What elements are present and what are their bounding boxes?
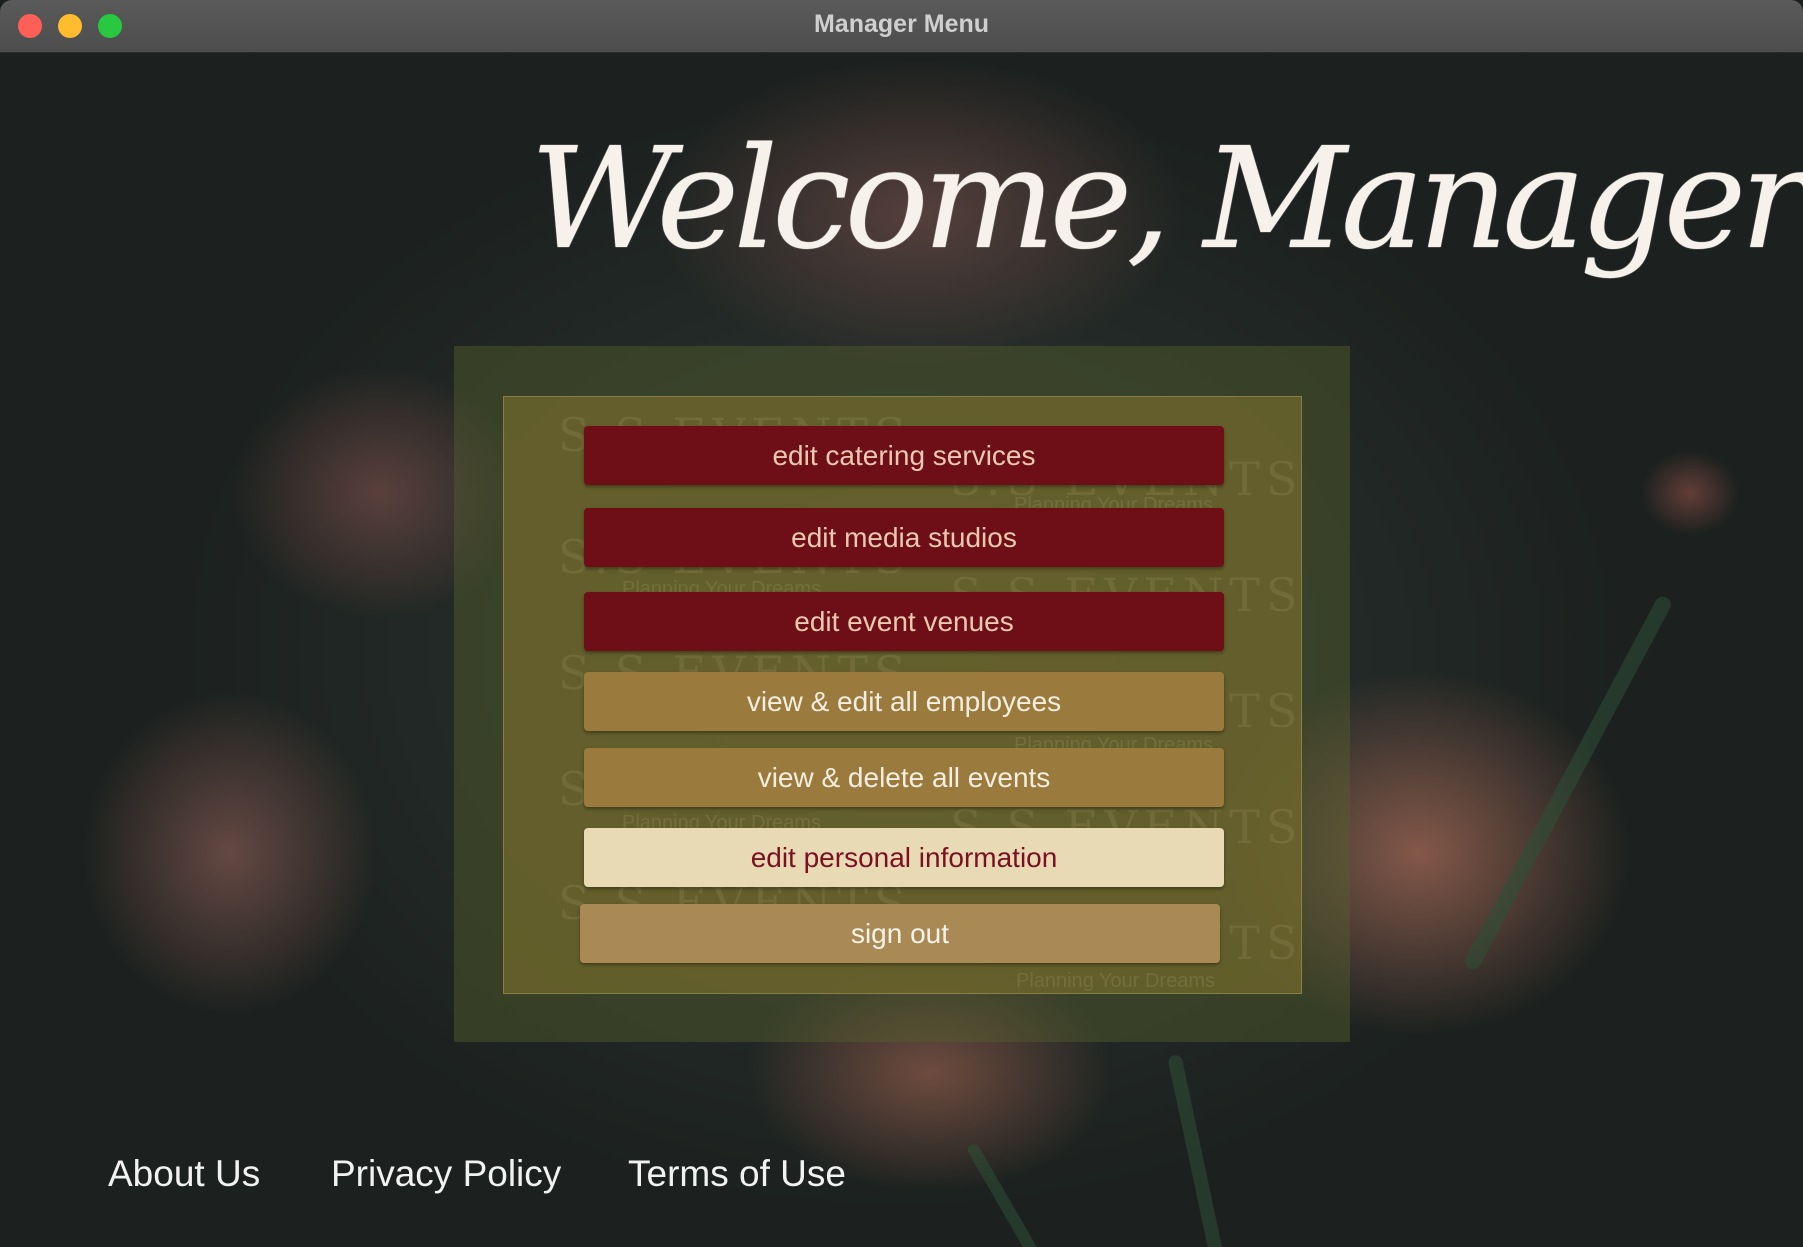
edit-catering-services-button[interactable]: edit catering services: [584, 426, 1224, 485]
sign-out-button[interactable]: sign out: [580, 904, 1220, 963]
view-delete-events-button[interactable]: view & delete all events: [584, 748, 1224, 807]
about-us-link[interactable]: About Us: [108, 1153, 260, 1195]
edit-event-venues-button[interactable]: edit event venues: [584, 592, 1224, 651]
welcome-heading: Welcome, Manager: [530, 118, 1803, 281]
privacy-policy-link[interactable]: Privacy Policy: [331, 1153, 561, 1195]
decorative-stem: [965, 1142, 1067, 1247]
edit-personal-information-button[interactable]: edit personal information: [584, 828, 1224, 887]
window-title: Manager Menu: [813, 10, 990, 38]
edit-media-studios-button[interactable]: edit media studios: [584, 508, 1224, 567]
decorative-stem: [1167, 1053, 1227, 1247]
terms-of-use-link[interactable]: Terms of Use: [628, 1153, 846, 1195]
title-bar: Manager Menu: [0, 0, 1803, 53]
app-window: Manager Menu Welcome, Manager S.S EVENTS…: [0, 0, 1803, 1247]
decorative-stem: [1462, 593, 1674, 973]
view-edit-employees-button[interactable]: view & edit all employees: [584, 672, 1224, 731]
